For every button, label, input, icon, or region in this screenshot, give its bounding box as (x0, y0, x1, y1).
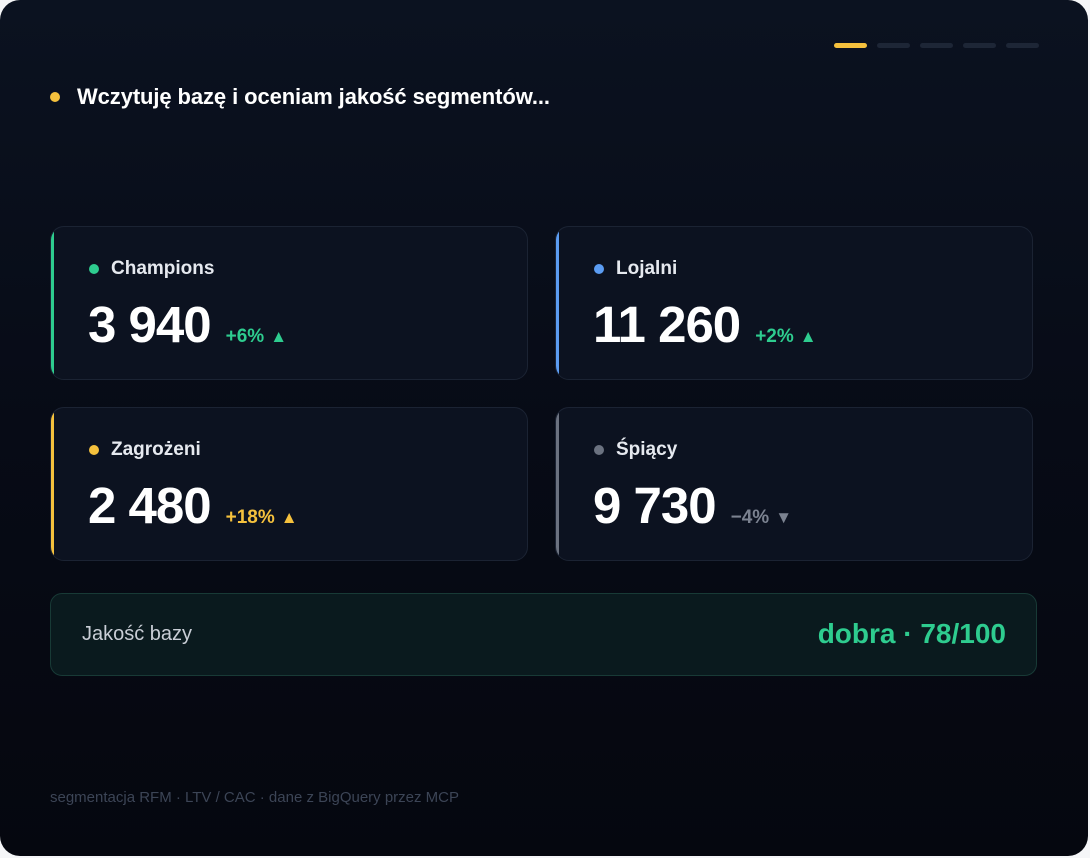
quality-score: dobra · 78/100 (817, 618, 1006, 649)
segment-delta: +6% ▲ (226, 326, 287, 348)
delta-text: +18% (225, 507, 275, 528)
progress-indicator (834, 43, 1039, 48)
status-text: Wczytuję bazę i oceniam jakość segmentów… (77, 84, 550, 109)
triangle-up-icon: ▲ (270, 327, 288, 346)
segment-card-lojalni: Lojalni 11 260 +2% ▲ (555, 226, 1033, 380)
card-accent (556, 227, 559, 379)
delta-text: +2% (755, 326, 794, 347)
card-accent (51, 227, 54, 379)
segment-label: Zagrożeni (111, 439, 201, 460)
progress-step-5 (1006, 43, 1039, 48)
segment-label: Lojalni (616, 258, 678, 279)
segment-label: Śpiący (616, 439, 678, 460)
card-accent (556, 408, 559, 560)
dashboard-panel: Wczytuję bazę i oceniam jakość segmentów… (0, 0, 1088, 856)
progress-step-1 (834, 43, 867, 48)
card-accent (51, 408, 54, 560)
delta-text: −4% (730, 507, 770, 528)
segment-delta: −4% ▼ (731, 507, 792, 529)
progress-step-2 (877, 43, 910, 48)
segment-dot (89, 264, 99, 274)
segment-value: 9 730 (593, 477, 717, 534)
triangle-down-icon: ▼ (775, 508, 793, 527)
segment-card-spiacy: Śpiący 9 730 −4% ▼ (555, 407, 1033, 561)
status-dot (50, 92, 60, 102)
quality-bar: Jakość bazy dobra · 78/100 (50, 593, 1037, 676)
segment-value: 11 260 (593, 296, 741, 353)
footer-note: segmentacja RFM · LTV / CAC · dane z Big… (50, 789, 460, 806)
status-line: Wczytuję bazę i oceniam jakość segmentów… (50, 84, 550, 110)
segment-card-champions: Champions 3 940 +6% ▲ (50, 226, 528, 380)
progress-step-4 (963, 43, 996, 48)
segment-dot (89, 445, 99, 455)
quality-label: Jakość bazy (82, 623, 193, 645)
segment-value: 2 480 (88, 477, 212, 534)
segment-delta: +18% ▲ (226, 507, 298, 529)
segment-dot (594, 445, 604, 455)
segment-label: Champions (111, 258, 215, 279)
delta-text: +6% (225, 326, 265, 347)
segment-card-zagrozeni: Zagrożeni 2 480 +18% ▲ (50, 407, 528, 561)
progress-step-3 (920, 43, 953, 48)
segment-value: 3 940 (88, 296, 212, 353)
triangle-up-icon: ▲ (280, 508, 298, 527)
triangle-up-icon: ▲ (799, 327, 817, 346)
segment-dot (594, 264, 604, 274)
segment-delta: +2% ▲ (755, 326, 816, 348)
